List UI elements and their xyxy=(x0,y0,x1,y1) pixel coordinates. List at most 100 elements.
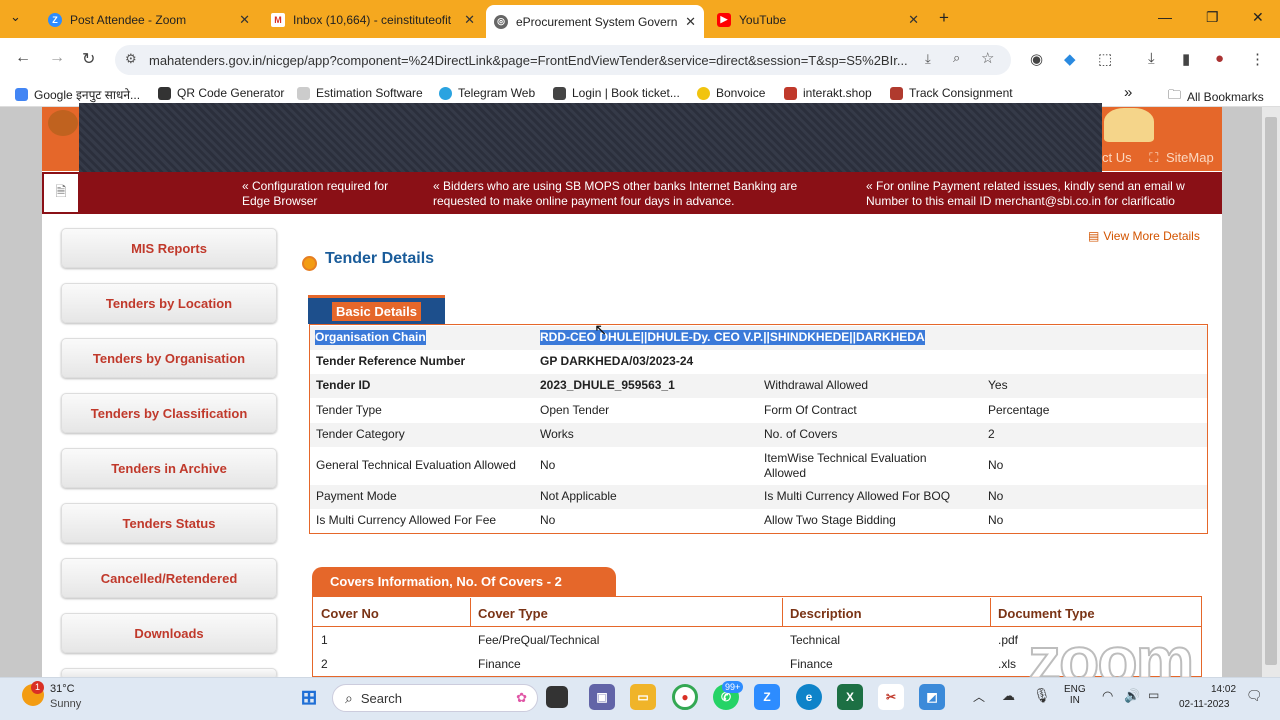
bookmark-label: Bonvoice xyxy=(716,86,766,100)
sidebar-item-tenders-status[interactable]: Tenders Status xyxy=(61,503,277,543)
google-icon xyxy=(15,88,28,101)
site-info-icon[interactable]: ⚙ xyxy=(125,51,137,67)
col-cover-no: Cover No xyxy=(321,606,379,621)
sitemap-link[interactable]: SiteMap xyxy=(1166,150,1214,165)
tab-gmail[interactable]: M Inbox (10,664) - ceinstituteofit ✕ xyxy=(263,6,483,33)
bookmark-label: QR Code Generator xyxy=(177,86,285,100)
bookmark-item[interactable]: interakt.shop xyxy=(784,86,872,100)
new-tab-button[interactable]: + xyxy=(939,8,949,28)
extension-icon-1[interactable]: ◉ xyxy=(1030,50,1043,68)
weather-desc[interactable]: Sunny xyxy=(50,698,81,710)
col-cover-type: Cover Type xyxy=(478,606,548,621)
close-icon[interactable]: ✕ xyxy=(685,14,696,30)
sidebar-item-tenders-by-organisation[interactable]: Tenders by Organisation xyxy=(61,338,277,378)
tab-youtube[interactable]: ▶ YouTube ✕ xyxy=(709,6,927,33)
close-icon[interactable]: ✕ xyxy=(908,12,919,28)
address-bar[interactable]: ⚙ mahatenders.gov.in/nicgep/app?componen… xyxy=(115,45,1011,75)
sidepanel-icon[interactable]: ▮ xyxy=(1182,50,1190,68)
sidebar-item-tenders-in-archive[interactable]: Tenders in Archive xyxy=(61,448,277,488)
extensions-icon[interactable]: ⬚ xyxy=(1098,50,1112,68)
sidebar-item-cancelled-retendered[interactable]: Cancelled/Retendered xyxy=(61,558,277,598)
bookmark-item[interactable]: Login | Book ticket... xyxy=(553,86,680,100)
bookmark-item[interactable]: Telegram Web xyxy=(439,86,535,100)
teams-icon[interactable]: ▣ xyxy=(589,684,615,710)
close-icon[interactable]: ✕ xyxy=(464,12,475,28)
close-icon[interactable]: ✕ xyxy=(239,12,250,28)
snipping-tool-icon[interactable]: ✂ xyxy=(878,684,904,710)
notifications-icon[interactable]: 🗨 xyxy=(1246,688,1263,704)
value-payment-mode: Not Applicable xyxy=(540,489,617,503)
url-text: mahatenders.gov.in/nicgep/app?component=… xyxy=(149,52,908,68)
bookmark-item[interactable]: Track Consignment xyxy=(890,86,1013,100)
contact-us-link[interactable]: ct Us xyxy=(1102,150,1132,165)
bookmark-item[interactable]: Bonvoice xyxy=(697,86,765,100)
excel-icon[interactable]: X xyxy=(837,684,863,710)
login-icon xyxy=(553,86,566,100)
covers-information-tab: Covers Information, No. Of Covers - 2 xyxy=(312,567,616,596)
table-row xyxy=(310,423,1207,447)
tab-search-icon[interactable]: ⌄ xyxy=(10,9,21,25)
reload-icon[interactable]: ↻ xyxy=(82,49,95,69)
bookmarks-overflow-button[interactable]: » xyxy=(1124,84,1132,101)
sidebar-item-tenders-by-classification[interactable]: Tenders by Classification xyxy=(61,393,277,433)
value-no-of-covers: 2 xyxy=(988,427,995,441)
app-icon[interactable]: ◩ xyxy=(919,684,945,710)
label-withdrawal-allowed: Withdrawal Allowed xyxy=(764,378,869,392)
sidebar-item-mis-reports[interactable]: MIS Reports xyxy=(61,228,277,268)
download-page-icon[interactable]: ⤓ xyxy=(925,51,931,67)
menu-icon[interactable]: ⋮ xyxy=(1250,50,1265,68)
file-explorer-icon[interactable]: ▭ xyxy=(630,684,656,710)
cover-cell: 1 xyxy=(321,633,328,647)
back-icon[interactable]: ← xyxy=(15,49,31,67)
forward-icon[interactable]: → xyxy=(49,49,65,67)
zoom-app-icon[interactable]: Z xyxy=(754,684,780,710)
downloads-icon[interactable]: ⤓ xyxy=(1148,50,1155,67)
profile-avatar[interactable]: ● xyxy=(1215,50,1224,67)
label-organisation-chain: Organisation Chain xyxy=(315,330,426,345)
microphone-icon[interactable]: 🎙 xyxy=(1033,687,1051,704)
sidebar-item-downloads[interactable]: Downloads xyxy=(61,613,277,653)
star-icon[interactable]: ☆ xyxy=(981,49,994,67)
zoom-icon: Z xyxy=(48,12,62,27)
cloud-icon[interactable]: ☁ xyxy=(1002,688,1015,704)
bookmark-label: interakt.shop xyxy=(803,86,872,100)
restore-icon[interactable]: ❐ xyxy=(1206,9,1219,26)
tab-zoom[interactable]: Z Post Attendee - Zoom ✕ xyxy=(40,6,258,33)
clock-date[interactable]: 02-11-2023 xyxy=(1179,699,1229,710)
wifi-icon[interactable]: ◠ xyxy=(1102,688,1113,704)
sidebar-item-tenders-by-location[interactable]: Tenders by Location xyxy=(61,283,277,323)
bookmark-item[interactable]: QR Code Generator xyxy=(158,86,284,100)
all-bookmarks-button[interactable]: 🗀 All Bookmarks xyxy=(1168,86,1264,108)
window-close-icon[interactable]: ✕ xyxy=(1252,9,1264,26)
battery-icon[interactable]: ▭ xyxy=(1148,688,1159,702)
bookmark-label: All Bookmarks xyxy=(1187,90,1264,104)
tab-title: Post Attendee - Zoom xyxy=(70,12,187,27)
start-windows-icon[interactable]: ⊞ xyxy=(296,684,322,710)
bookmark-item[interactable]: Google इनपुट साधने... xyxy=(15,86,140,103)
view-more-details-link[interactable]: ▤ View More Details xyxy=(1088,229,1200,243)
announcement-text[interactable]: « For online Payment related issues, kin… xyxy=(866,179,1216,209)
clock-time[interactable]: 14:02 xyxy=(1211,684,1236,695)
language-indicator[interactable]: ENG IN xyxy=(1064,684,1086,706)
chrome-icon[interactable]: ● xyxy=(672,684,698,710)
divider xyxy=(470,598,471,626)
edge-icon[interactable]: e xyxy=(796,684,822,710)
minimize-icon[interactable]: — xyxy=(1158,9,1172,25)
extension-icon-2[interactable]: ◆ xyxy=(1064,50,1076,68)
youtube-icon: ▶ xyxy=(717,12,731,27)
bookmark-item[interactable]: Estimation Software xyxy=(297,86,423,100)
weather-temp[interactable]: 31°C xyxy=(50,683,75,695)
volume-icon[interactable]: 🔊 xyxy=(1124,688,1140,704)
announcement-text[interactable]: « Bidders who are using SB MOPS other ba… xyxy=(433,179,797,209)
label-tender-id: Tender ID xyxy=(316,378,371,392)
value-withdrawal-allowed: Yes xyxy=(988,378,1008,392)
chevron-up-icon[interactable]: ︿ xyxy=(973,688,985,705)
announcement-text[interactable]: « Configuration required for Edge Browse… xyxy=(242,179,388,209)
zoom-lens-icon[interactable]: ⌕ xyxy=(953,50,960,66)
scrollbar-thumb[interactable] xyxy=(1265,117,1277,665)
taskbar-search[interactable]: ⌕ Search ✿ xyxy=(332,684,538,712)
search-highlight-icon: ✿ xyxy=(516,690,527,705)
tab-eprocurement[interactable]: ◎ eProcurement System Governm ✕ xyxy=(486,5,704,38)
task-view-icon[interactable] xyxy=(546,686,568,708)
mouse-cursor-icon: ↖ xyxy=(594,322,608,339)
